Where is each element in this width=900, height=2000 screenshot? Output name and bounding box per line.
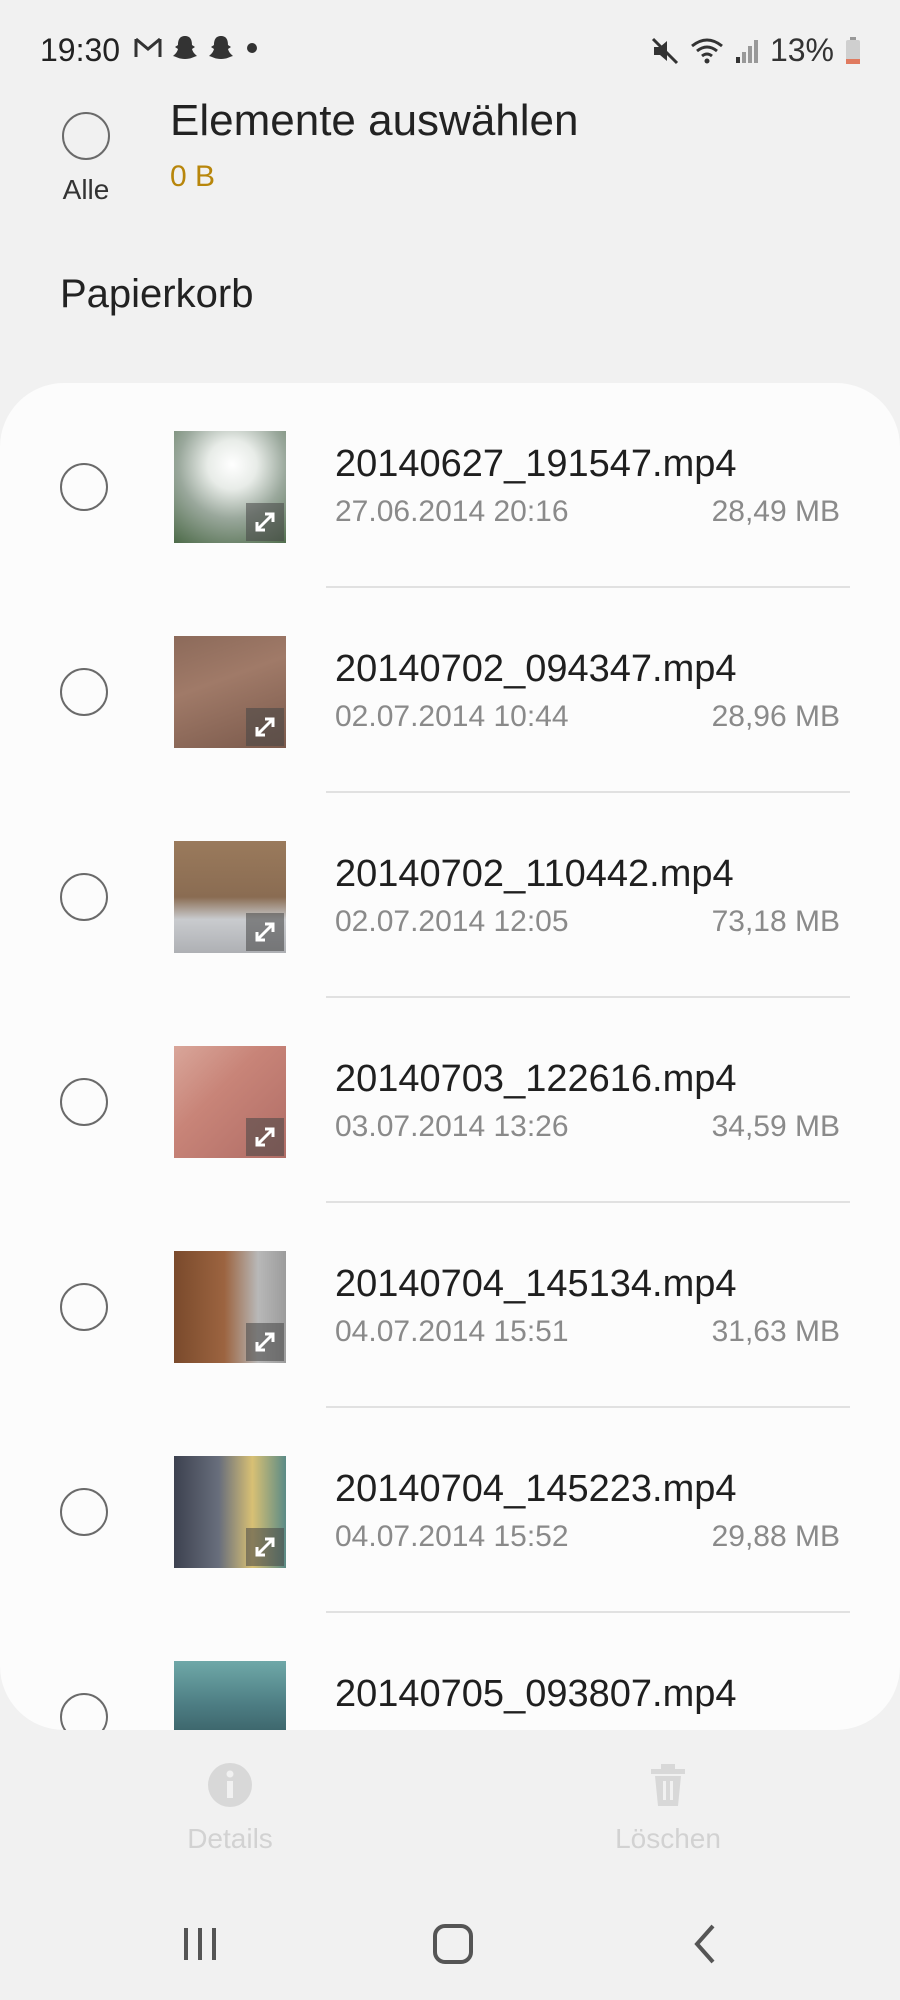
page-title: Elemente auswählen: [170, 96, 579, 145]
signal-icon: [735, 39, 758, 63]
file-name: 20140702_094347.mp4: [335, 648, 737, 690]
video-thumbnail: [174, 1661, 286, 1730]
wifi-icon: [691, 38, 723, 63]
trash-icon: [651, 1764, 685, 1806]
file-date: 04.07.2014 15:52: [335, 1520, 569, 1553]
item-checkbox[interactable]: [60, 1283, 108, 1331]
back-icon: [694, 1924, 715, 1964]
file-size: 34,59 MB: [711, 1110, 840, 1143]
home-icon: [433, 1924, 473, 1964]
video-thumbnail: [174, 1251, 286, 1363]
file-size: 29,88 MB: [711, 1520, 840, 1553]
battery-icon: [846, 36, 860, 64]
delete-button[interactable]: Löschen: [568, 1760, 768, 1855]
expand-icon: [246, 503, 284, 541]
file-size: 73,18 MB: [711, 905, 840, 938]
recent-apps-icon: [184, 1928, 216, 1960]
file-list: 20140627_191547.mp4 27.06.2014 20:16 28,…: [0, 383, 900, 1730]
status-right: 13%: [650, 32, 862, 69]
gmail-icon: [134, 37, 162, 57]
mute-icon: [651, 37, 679, 64]
select-all-label: Alle: [62, 174, 110, 205]
item-checkbox[interactable]: [60, 1693, 108, 1730]
expand-icon: [246, 1323, 284, 1361]
file-name: 20140704_145223.mp4: [335, 1468, 737, 1510]
video-thumbnail: [174, 841, 286, 953]
item-checkbox[interactable]: [60, 1488, 108, 1536]
file-name: 20140627_191547.mp4: [335, 443, 737, 485]
info-icon: [208, 1763, 252, 1807]
list-item[interactable]: 20140627_191547.mp4 27.06.2014 20:16 28,…: [0, 383, 900, 588]
expand-icon: [246, 913, 284, 951]
dot-icon: [247, 43, 257, 53]
list-item[interactable]: 20140702_094347.mp4 02.07.2014 10:44 28,…: [0, 588, 900, 793]
file-date: 03.07.2014 13:26: [335, 1110, 569, 1143]
file-size: 28,96 MB: [711, 700, 840, 733]
file-date: 02.07.2014 12:05: [335, 905, 569, 938]
snapchat-icon: [173, 36, 197, 59]
section-title: Papierkorb: [60, 272, 254, 316]
item-checkbox[interactable]: [60, 1078, 108, 1126]
list-item[interactable]: 20140705_093807.mp4: [0, 1613, 900, 1730]
snapchat-icon: [209, 36, 233, 59]
video-thumbnail: [174, 1456, 286, 1568]
expand-icon: [246, 1118, 284, 1156]
video-thumbnail: [174, 636, 286, 748]
back-button[interactable]: [675, 1914, 735, 1974]
select-all-checkbox[interactable]: [58, 112, 114, 160]
item-checkbox[interactable]: [60, 668, 108, 716]
status-time: 19:30: [40, 32, 121, 68]
battery-percent: 13%: [769, 32, 834, 68]
file-date: 02.07.2014 10:44: [335, 700, 569, 733]
file-size: 31,63 MB: [711, 1315, 840, 1348]
bottom-action-bar: Details Löschen: [0, 1730, 900, 1900]
expand-icon: [246, 1528, 284, 1566]
details-button[interactable]: Details: [130, 1760, 330, 1855]
notification-icons: [134, 34, 260, 62]
file-name: 20140705_093807.mp4: [335, 1673, 737, 1715]
home-button[interactable]: [423, 1914, 483, 1974]
status-bar: 19:30 13%: [0, 0, 900, 100]
item-checkbox[interactable]: [60, 873, 108, 921]
video-thumbnail: [174, 431, 286, 543]
details-label: Details: [187, 1823, 273, 1854]
file-date: 04.07.2014 15:51: [335, 1315, 569, 1348]
system-nav-bar: [0, 1890, 900, 2000]
file-name: 20140702_110442.mp4: [335, 853, 734, 895]
expand-icon: [246, 708, 284, 746]
file-name: 20140704_145134.mp4: [335, 1263, 737, 1305]
list-item[interactable]: 20140704_145223.mp4 04.07.2014 15:52 29,…: [0, 1408, 900, 1613]
list-item[interactable]: 20140702_110442.mp4 02.07.2014 12:05 73,…: [0, 793, 900, 998]
file-date: 27.06.2014 20:16: [335, 495, 569, 528]
file-size: 28,49 MB: [711, 495, 840, 528]
selected-size: 0 B: [170, 160, 216, 193]
recent-apps-button[interactable]: [170, 1914, 230, 1974]
delete-label: Löschen: [615, 1823, 721, 1854]
list-item[interactable]: 20140704_145134.mp4 04.07.2014 15:51 31,…: [0, 1203, 900, 1408]
item-checkbox[interactable]: [60, 463, 108, 511]
file-name: 20140703_122616.mp4: [335, 1058, 737, 1100]
select-all-radio[interactable]: [62, 112, 110, 160]
video-thumbnail: [174, 1046, 286, 1158]
list-item[interactable]: 20140703_122616.mp4 03.07.2014 13:26 34,…: [0, 998, 900, 1203]
